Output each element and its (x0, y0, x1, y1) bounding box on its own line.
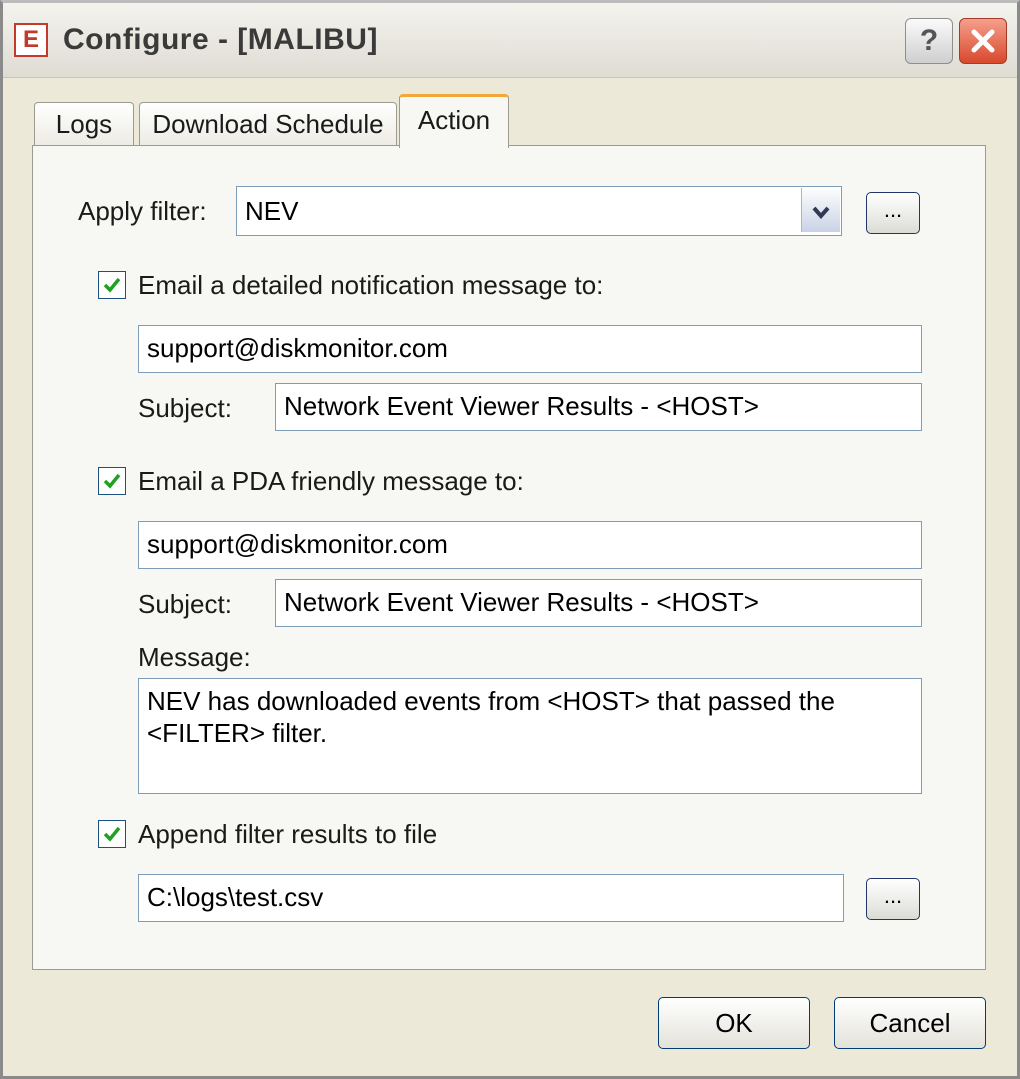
tab-action[interactable]: Action (399, 94, 509, 148)
filter-browse-button[interactable]: ... (866, 192, 920, 234)
email-pda-label[interactable]: Email a PDA friendly message to: (138, 466, 524, 497)
email-detailed-subject-label: Subject: (138, 393, 232, 423)
email-detailed-subject-input[interactable]: Network Event Viewer Results - <HOST> (275, 383, 922, 431)
checkmark-icon (103, 826, 121, 842)
message-textarea[interactable]: NEV has downloaded events from <HOST> th… (138, 678, 922, 794)
cancel-button[interactable]: Cancel (834, 997, 986, 1049)
file-browse-button[interactable]: ... (866, 878, 920, 920)
close-button[interactable] (959, 18, 1007, 64)
email-pda-address-input[interactable]: support@diskmonitor.com (138, 521, 922, 569)
window-title: Configure - [MALIBU] (63, 23, 378, 56)
action-panel: Apply filter: NEV ... Email a detailed n… (32, 145, 986, 970)
help-icon: ? (919, 24, 939, 57)
append-file-checkbox[interactable] (98, 820, 126, 848)
file-path-input[interactable]: C:\logs\test.csv (138, 874, 844, 922)
email-detailed-label[interactable]: Email a detailed notification message to… (138, 270, 603, 301)
filter-dropdown[interactable]: NEV (236, 186, 842, 236)
filter-dropdown-value: NEV (245, 196, 299, 226)
tab-logs[interactable]: Logs (34, 102, 134, 146)
email-pda-subject-input[interactable]: Network Event Viewer Results - <HOST> (275, 579, 922, 627)
checkmark-icon (103, 473, 121, 489)
chevron-down-icon (812, 206, 830, 220)
email-pda-checkbox[interactable] (98, 467, 126, 495)
checkmark-icon (103, 277, 121, 293)
email-detailed-address-input[interactable]: support@diskmonitor.com (138, 325, 922, 373)
filter-dropdown-button[interactable] (801, 188, 840, 232)
app-icon: E (14, 23, 48, 57)
append-file-label[interactable]: Append filter results to file (138, 819, 437, 850)
email-detailed-checkbox[interactable] (98, 271, 126, 299)
title-bar[interactable]: E Configure - [MALIBU] ? (3, 3, 1017, 78)
tab-download-schedule[interactable]: Download Schedule (139, 102, 397, 146)
configure-dialog: E Configure - [MALIBU] ? Logs Download S… (0, 0, 1020, 1079)
close-icon (971, 29, 995, 53)
message-label: Message: (138, 642, 251, 672)
help-button[interactable]: ? (905, 18, 953, 64)
apply-filter-label: Apply filter: (78, 196, 207, 226)
email-pda-subject-label: Subject: (138, 589, 232, 619)
ok-button[interactable]: OK (658, 997, 810, 1049)
